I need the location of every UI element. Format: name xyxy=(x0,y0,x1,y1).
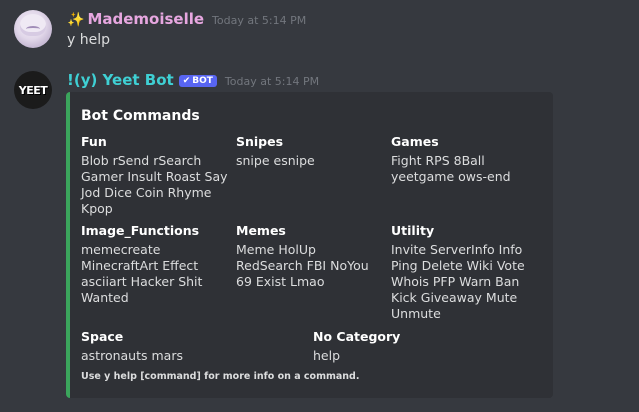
field-line: RedSearch FBI NoYou xyxy=(236,258,369,273)
message-header: ✨ Mademoiselle Today at 5:14 PM xyxy=(67,10,306,28)
field-line: yeetgame ows-end xyxy=(391,169,511,184)
bot-tag: ✔ BOT xyxy=(178,75,217,87)
field-space: Space astronauts mars xyxy=(81,329,183,364)
field-line: Gamer Insult Roast Say xyxy=(81,169,228,184)
verified-check-icon: ✔ xyxy=(182,76,191,86)
field-value: Meme HolUp RedSearch FBI NoYou 69 Exist … xyxy=(236,242,369,290)
field-line: Kick Giveaway Mute xyxy=(391,290,518,305)
field-value: Fight RPS 8Ball yeetgame ows-end xyxy=(391,153,511,185)
yeet-logo-text: YEET xyxy=(18,83,48,97)
field-name: Image_Functions xyxy=(81,223,200,238)
field-value: memecreate MinecraftArt Effect asciiart … xyxy=(81,242,202,306)
field-line: Kpop xyxy=(81,201,113,216)
field-line: Wanted xyxy=(81,290,129,305)
sparkles-icon: ✨ xyxy=(67,12,85,28)
field-line: Ping Delete Wiki Vote xyxy=(391,258,525,273)
field-line: snipe esnipe xyxy=(236,153,315,168)
field-value: snipe esnipe xyxy=(236,153,315,169)
bot-avatar[interactable]: YEET xyxy=(14,71,52,109)
field-name: No Category xyxy=(313,329,401,344)
field-name: Fun xyxy=(81,134,107,149)
embed-footer: Use y help [command] for more info on a … xyxy=(81,371,360,382)
field-line: MinecraftArt Effect xyxy=(81,258,199,273)
message-content: y help xyxy=(67,32,110,48)
field-name: Space xyxy=(81,329,124,344)
user-avatar[interactable] xyxy=(14,10,52,48)
field-name: Games xyxy=(391,134,439,149)
field-line: Fight RPS 8Ball xyxy=(391,153,485,168)
timestamp: Today at 5:14 PM xyxy=(212,14,307,27)
field-value: Blob rSend rSearch Gamer Insult Roast Sa… xyxy=(81,153,228,217)
field-line: Unmute xyxy=(391,306,441,321)
field-name: Memes xyxy=(236,223,286,238)
field-line: 69 Exist Lmao xyxy=(236,274,325,289)
field-value: astronauts mars xyxy=(81,348,183,364)
bot-tag-label: BOT xyxy=(192,76,213,86)
field-value: help xyxy=(313,348,400,364)
field-value: Invite ServerInfo Info Ping Delete Wiki … xyxy=(391,242,525,322)
field-line: Invite ServerInfo Info xyxy=(391,242,523,257)
username[interactable]: Mademoiselle xyxy=(87,10,204,28)
field-memes: Memes Meme HolUp RedSearch FBI NoYou 69 … xyxy=(236,223,369,290)
field-name: Utility xyxy=(391,223,435,238)
timestamp: Today at 5:14 PM xyxy=(224,75,320,88)
field-snipes: Snipes snipe esnipe xyxy=(236,134,315,169)
field-games: Games Fight RPS 8Ball yeetgame ows-end xyxy=(391,134,511,185)
bot-username[interactable]: !(y) Yeet Bot xyxy=(67,71,174,89)
field-fun: Fun Blob rSend rSearch Gamer Insult Roas… xyxy=(81,134,228,217)
embed-title: Bot Commands xyxy=(81,108,200,124)
embed: Bot Commands Fun Blob rSend rSearch Game… xyxy=(66,92,553,398)
field-line: astronauts mars xyxy=(81,348,183,363)
field-line: memecreate xyxy=(81,242,161,257)
field-line: asciiart Hacker Shit xyxy=(81,274,203,289)
field-image-functions: Image_Functions memecreate MinecraftArt … xyxy=(81,223,202,306)
field-utility: Utility Invite ServerInfo Info Ping Dele… xyxy=(391,223,525,322)
field-name: Snipes xyxy=(236,134,284,149)
field-line: Blob rSend rSearch xyxy=(81,153,202,168)
field-line: Meme HolUp xyxy=(236,242,316,257)
field-line: Jod Dice Coin Rhyme xyxy=(81,185,212,200)
field-line: Whois PFP Warn Ban xyxy=(391,274,520,289)
field-line: help xyxy=(313,348,341,363)
field-no-category: No Category help xyxy=(313,329,400,364)
message-header: !(y) Yeet Bot ✔ BOT Today at 5:14 PM xyxy=(67,71,319,89)
